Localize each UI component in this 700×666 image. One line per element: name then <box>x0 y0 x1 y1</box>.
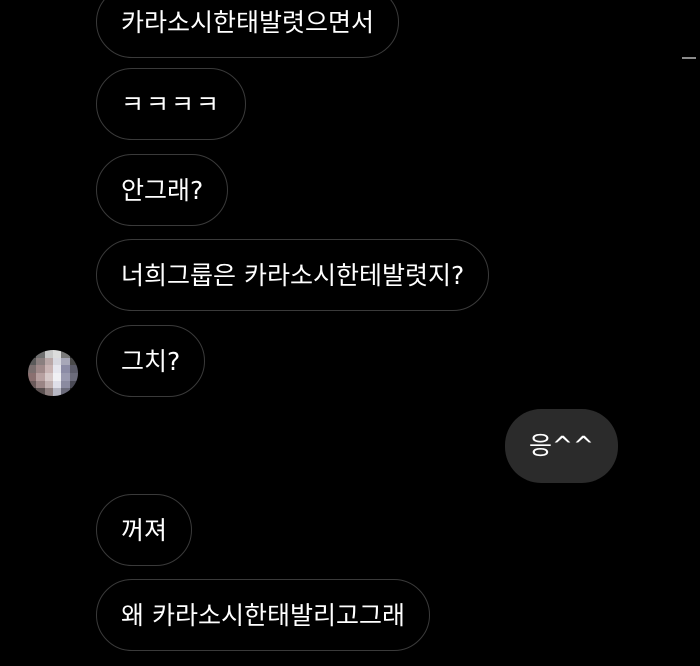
chat-thread[interactable]: 카라소시한태발렷으면서 ㅋㅋㅋㅋ 안그래? 너희그룹은 카라소시한테발렷지? 그… <box>0 0 700 666</box>
message-bubble-outgoing[interactable]: 응^^ <box>505 409 618 483</box>
message-text: 꺼져 <box>121 516 168 545</box>
message-bubble-incoming[interactable]: 그치? <box>96 325 206 397</box>
message-bubble-incoming[interactable]: 너희그룹은 카라소시한테발렷지? <box>96 239 490 311</box>
message-text: ㅋㅋㅋㅋ <box>121 90 222 119</box>
message-text: 안그래? <box>121 176 204 205</box>
edge-indicator <box>682 57 696 59</box>
message-bubble-incoming[interactable]: 꺼져 <box>96 494 193 566</box>
message-text: 그치? <box>121 347 181 376</box>
message-text: 카라소시한태발렷으면서 <box>121 8 375 37</box>
message-bubble-incoming[interactable]: 왜 카라소시한태발리고그래 <box>96 579 430 651</box>
message-bubble-incoming[interactable]: 카라소시한태발렷으면서 <box>96 0 400 58</box>
message-text: 너희그룹은 카라소시한테발렷지? <box>121 261 465 290</box>
message-text: 왜 카라소시한태발리고그래 <box>121 601 405 630</box>
message-bubble-incoming[interactable]: 안그래? <box>96 154 229 226</box>
message-bubble-incoming[interactable]: ㅋㅋㅋㅋ <box>96 68 247 140</box>
message-text: 응^^ <box>529 431 594 460</box>
pixelated-avatar-icon[interactable] <box>28 350 78 396</box>
